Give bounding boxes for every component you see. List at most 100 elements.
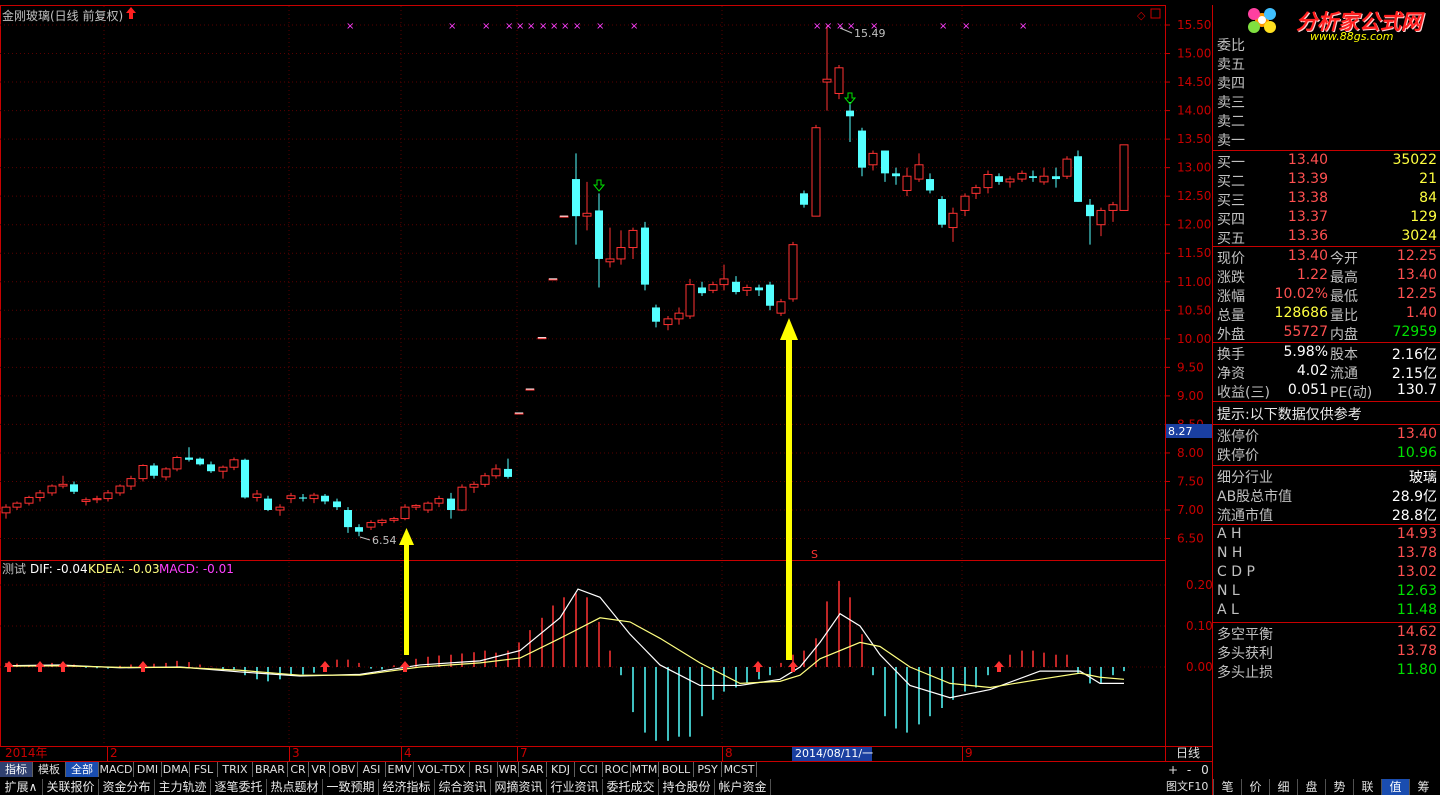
candle: [698, 281, 706, 297]
limit-row-2: 跌停价 10.96: [1213, 445, 1440, 464]
candle: [355, 524, 363, 537]
candle: [12, 501, 22, 511]
right-tab-6[interactable]: 值: [1381, 779, 1409, 795]
bottom-tab-10[interactable]: 行业资讯: [547, 779, 603, 795]
maximize-icon[interactable]: [1150, 8, 1161, 19]
indicator-tab-cr[interactable]: CR: [288, 762, 309, 777]
price-tick-label: 12.00: [1177, 218, 1211, 232]
vr-text: 玻璃: [1409, 470, 1437, 486]
x-marker-icon: ×: [573, 21, 581, 32]
bottom-tab-3[interactable]: 主力轨迹: [155, 779, 211, 795]
indicator-tab-cci[interactable]: CCI: [575, 762, 603, 777]
indicator-tab-kdj[interactable]: KDJ: [547, 762, 575, 777]
indicator-tab-dma[interactable]: DMA: [162, 762, 190, 777]
candle: [196, 457, 204, 466]
buy-row-3[interactable]: 买三 13.38 84: [1213, 190, 1440, 209]
bottom-tab-2[interactable]: 资金分布: [99, 779, 155, 795]
flower-logo-icon: [1248, 8, 1276, 33]
indicator-tab-sar[interactable]: SAR: [519, 762, 547, 777]
indicator-tab-模板[interactable]: 模板: [33, 762, 66, 777]
quote-row-1: 现价 13.40 今开 12.25: [1213, 248, 1440, 267]
bottom-tab-0[interactable]: 扩展∧: [0, 779, 43, 795]
candle: [275, 504, 285, 516]
x-marker-icon: ×: [824, 21, 832, 32]
indicator-tab-mcst[interactable]: MCST: [722, 762, 757, 777]
v2-text: 2.16亿: [1391, 347, 1437, 363]
bottom-tab-8[interactable]: 综合资讯: [435, 779, 491, 795]
buy-row-2[interactable]: 买二 13.39 21: [1213, 171, 1440, 190]
indicator-tab-brar[interactable]: BRAR: [253, 762, 288, 777]
bottom-tab-1[interactable]: 关联报价: [43, 779, 99, 795]
zoom-reset-button[interactable]: 0: [1197, 763, 1213, 777]
vr-text: 13.02: [1396, 564, 1437, 580]
signal-level-row-1: 多空平衡 14.62: [1213, 624, 1440, 643]
indicator-tab-vol-tdx[interactable]: VOL-TDX: [414, 762, 470, 777]
buy-row-5[interactable]: 买五 13.36 3024: [1213, 228, 1440, 247]
high-annotation: 15.49: [854, 27, 886, 40]
bottom-tab-6[interactable]: 一致预期: [323, 779, 379, 795]
bottom-tab-9[interactable]: 网摘资讯: [491, 779, 547, 795]
indicator-tab-emv[interactable]: EMV: [386, 762, 414, 777]
indicator-tab-obv[interactable]: OBV: [330, 762, 358, 777]
indicator-tab-trix[interactable]: TRIX: [218, 762, 253, 777]
v1-text: 128686: [1274, 305, 1328, 321]
candle: [846, 102, 854, 142]
diamond-icon[interactable]: ◇: [1137, 9, 1146, 22]
candle: [616, 230, 626, 265]
sell-1[interactable]: 卖一: [1213, 130, 1440, 149]
right-tab-5[interactable]: 联: [1353, 779, 1381, 795]
zoom-in-button[interactable]: +: [1165, 763, 1181, 777]
candle: [755, 284, 763, 297]
indicator-tab-fsl[interactable]: FSL: [190, 762, 218, 777]
v1-text: 13.40: [1287, 152, 1328, 168]
indicator-tab-wr[interactable]: WR: [498, 762, 519, 777]
f10-button[interactable]: 图文F10: [1166, 779, 1208, 795]
candle: [389, 516, 399, 523]
right-tab-0[interactable]: 笔: [1213, 779, 1241, 795]
indicator-tab-rsi[interactable]: RSI: [470, 762, 498, 777]
sell-3[interactable]: 卖三: [1213, 92, 1440, 111]
buy-row-1[interactable]: 买一 13.40 35022: [1213, 152, 1440, 171]
indicator-tab-boll[interactable]: BOLL: [659, 762, 694, 777]
right-tab-4[interactable]: 势: [1325, 779, 1353, 795]
sell-5[interactable]: 卖五: [1213, 54, 1440, 73]
zoom-out-button[interactable]: -: [1181, 763, 1197, 777]
bottom-tab-11[interactable]: 委托成交: [603, 779, 659, 795]
indicator-tab-全部[interactable]: 全部: [66, 762, 99, 777]
lbl2-text: 量比: [1330, 308, 1358, 324]
price-tick-label: 9.00: [1177, 389, 1204, 403]
x-marker-icon: ×: [1019, 21, 1027, 32]
candle: [742, 284, 752, 297]
indicator-tab-dmi[interactable]: DMI: [134, 762, 162, 777]
right-tab-2[interactable]: 细: [1269, 779, 1297, 795]
v2-text: 72959: [1392, 324, 1437, 340]
buy-row-4[interactable]: 买四 13.37 129: [1213, 209, 1440, 228]
sell-2[interactable]: 卖二: [1213, 111, 1440, 130]
right-tab-7[interactable]: 筹: [1409, 779, 1437, 795]
indicator-tab-asi[interactable]: ASI: [358, 762, 386, 777]
right-tab-1[interactable]: 价: [1241, 779, 1269, 795]
bottom-tab-5[interactable]: 热点题材: [267, 779, 323, 795]
candle: [1119, 144, 1129, 211]
indicator-tab-roc[interactable]: ROC: [603, 762, 631, 777]
indicator-tab-mtm[interactable]: MTM: [631, 762, 659, 777]
indicator-tab-vr[interactable]: VR: [309, 762, 330, 777]
x-marker-icon: ×: [813, 21, 821, 32]
lbl-text: 买五: [1217, 231, 1245, 247]
bottom-tab-4[interactable]: 逐笔委托: [211, 779, 267, 795]
v1-text: 13.37: [1287, 209, 1328, 225]
vr-text: 10.96: [1396, 445, 1437, 461]
x-marker-icon: ×: [505, 21, 513, 32]
bottom-tab-7[interactable]: 经济指标: [379, 779, 435, 795]
lbl-text: 多头获利: [1217, 646, 1273, 662]
bottom-tab-12[interactable]: 持仓股份: [659, 779, 715, 795]
indicator-tab-指标[interactable]: 指标: [0, 762, 33, 777]
indicator-tab-psy[interactable]: PSY: [694, 762, 722, 777]
right-tab-3[interactable]: 盘: [1297, 779, 1325, 795]
candle: [377, 518, 387, 526]
period-label[interactable]: 日线: [1176, 746, 1200, 760]
lbl-text: AB股总市值: [1217, 489, 1293, 505]
indicator-tab-macd[interactable]: MACD: [99, 762, 134, 777]
bottom-tab-13[interactable]: 帐户资金: [715, 779, 771, 795]
sell-4[interactable]: 卖四: [1213, 73, 1440, 92]
